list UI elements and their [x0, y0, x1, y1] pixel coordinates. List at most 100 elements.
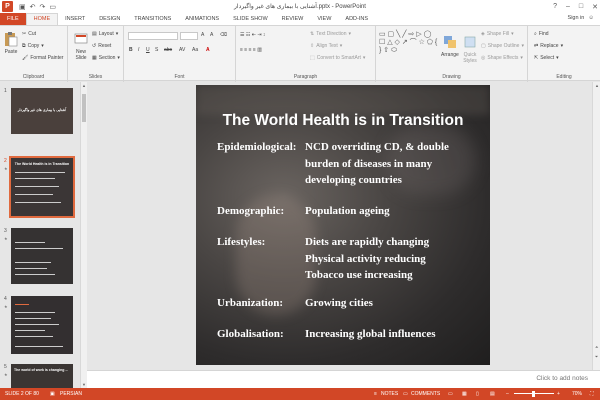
- thumbnail-scrollbar[interactable]: ▲ ▼: [80, 82, 87, 388]
- shape-effects-label: Shape Effects: [487, 55, 519, 61]
- align-text-button[interactable]: ⇳ Align Text ▾: [310, 43, 342, 49]
- tab-home[interactable]: HOME: [25, 13, 59, 25]
- chevron-down-icon: ▾: [560, 43, 564, 49]
- bold-button[interactable]: B: [129, 47, 133, 53]
- close-button[interactable]: ✕: [592, 3, 598, 11]
- spellcheck-icon[interactable]: ▣: [50, 391, 55, 397]
- ribbon-tabs: FILE HOME INSERT DESIGN TRANSITIONS ANIM…: [0, 13, 600, 25]
- arrange-button[interactable]: Arrange: [441, 34, 459, 58]
- italic-button[interactable]: I: [138, 47, 139, 53]
- convert-smartart-button[interactable]: ⬚ Convert to SmartArt ▾: [310, 55, 365, 61]
- row-line: Tobacco use increasing: [305, 269, 413, 281]
- scroll-up-icon[interactable]: ▲: [82, 83, 86, 88]
- row-label: Epidemiological:: [217, 141, 297, 153]
- tab-slide-show[interactable]: SLIDE SHOW: [226, 13, 275, 25]
- scroll-up-icon[interactable]: ▲: [595, 83, 599, 88]
- slide-title[interactable]: The World Health is in Transition: [196, 112, 490, 130]
- text-direction-button[interactable]: ⇅ Text Direction ▾: [310, 31, 351, 37]
- tab-animations[interactable]: ANIMATIONS: [178, 13, 226, 25]
- sign-in-link[interactable]: Sign in: [568, 15, 585, 21]
- minimize-button[interactable]: –: [566, 3, 570, 10]
- clipboard-group: Paste ✂ Cut ⧉ Copy ▾ 🖌 Format Painter Clipbo…: [0, 26, 68, 82]
- tab-file[interactable]: FILE: [0, 13, 26, 25]
- smiley-icon[interactable]: ☺: [588, 15, 594, 21]
- row-line: Growing cities: [305, 297, 373, 309]
- cut-button[interactable]: ✂ Cut: [22, 31, 36, 37]
- notes-pane[interactable]: Click to add notes: [87, 370, 600, 388]
- redo-icon[interactable]: ↷: [40, 3, 46, 11]
- reading-view-icon[interactable]: ▯: [476, 391, 479, 397]
- zoom-in-icon[interactable]: +: [557, 391, 560, 397]
- tab-review[interactable]: REVIEW: [275, 13, 311, 25]
- zoom-level[interactable]: 70%: [572, 391, 582, 397]
- tab-view[interactable]: VIEW: [310, 13, 338, 25]
- star-icon: ★: [4, 166, 8, 171]
- tab-insert[interactable]: INSERT: [58, 13, 92, 25]
- format-painter-button[interactable]: 🖌 Format Painter: [22, 55, 63, 61]
- section-button[interactable]: ▦ Section ▾: [92, 55, 120, 61]
- shape-outline-button[interactable]: ▢ Shape Outline ▾: [481, 43, 524, 49]
- comments-button[interactable]: COMMENTS: [411, 391, 440, 397]
- scroll-down-icon[interactable]: ▼: [82, 382, 86, 387]
- shadow-button[interactable]: S: [155, 47, 158, 53]
- slideshow-icon[interactable]: ▭: [49, 3, 56, 11]
- font-color-button[interactable]: A: [206, 47, 210, 53]
- normal-view-icon[interactable]: ▭: [448, 391, 453, 397]
- thumbnail-text-line: [15, 202, 61, 203]
- editor-scrollbar[interactable]: ▲ ⏶ ⏷: [592, 82, 600, 370]
- strikethrough-button[interactable]: abc: [164, 47, 172, 53]
- shrink-font-button[interactable]: A: [210, 32, 213, 38]
- thumbnail-text-line: [15, 172, 65, 173]
- slide-thumbnail[interactable]: آشنایی با بیماری های غیر واگیردار: [11, 88, 73, 134]
- notes-button[interactable]: NOTES: [381, 391, 398, 397]
- language-indicator[interactable]: PERSIAN: [60, 391, 82, 397]
- grow-font-button[interactable]: A: [201, 32, 204, 38]
- layout-button[interactable]: ▤ Layout ▾: [92, 31, 118, 37]
- chevron-down-icon: ▾: [520, 55, 523, 61]
- font-name-dropdown[interactable]: [128, 32, 178, 40]
- shapes-gallery[interactable]: ▭ ▢ ╲ ╱ ⇨ ▷ ◯ ☐ △ ◇ ↗ ⌒ ☆ ⬠ { } ⇧ ⬭: [379, 31, 439, 55]
- tab-transitions[interactable]: TRANSITIONS: [127, 13, 178, 25]
- row-value: Diets are rapidly changing Physical acti…: [305, 234, 485, 284]
- tab-design[interactable]: DESIGN: [92, 13, 127, 25]
- underline-button[interactable]: U: [146, 47, 150, 53]
- save-icon[interactable]: ▣: [19, 3, 26, 11]
- find-button[interactable]: ⌕ Find: [534, 31, 549, 37]
- slide-thumbnail-selected[interactable]: The World Health is in Transition: [9, 156, 75, 218]
- clear-formatting-icon[interactable]: ⌫: [220, 32, 227, 38]
- slideshow-view-icon[interactable]: ▤: [490, 391, 495, 397]
- slide-sorter-icon[interactable]: ▦: [462, 391, 467, 397]
- layout-icon: ▤: [92, 31, 97, 37]
- fit-slide-icon[interactable]: ⛶: [590, 391, 594, 397]
- character-spacing-button[interactable]: AV: [179, 47, 185, 53]
- reset-button[interactable]: ↺ Reset: [92, 43, 111, 49]
- tab-add-ins[interactable]: ADD-INS: [338, 13, 375, 25]
- new-slide-button[interactable]: New Slide: [72, 31, 90, 61]
- font-size-dropdown[interactable]: [180, 32, 198, 40]
- paste-button[interactable]: Paste: [3, 31, 19, 55]
- next-slide-icon[interactable]: ⏷: [595, 354, 598, 359]
- slide-thumbnail[interactable]: The world of work is changing ...: [11, 364, 73, 388]
- shape-fill-button[interactable]: ◈ Shape Fill ▾: [481, 31, 514, 37]
- zoom-slider-handle[interactable]: [532, 391, 535, 397]
- zoom-out-icon[interactable]: –: [506, 391, 509, 397]
- thumbnail-text-line: [15, 330, 45, 331]
- undo-icon[interactable]: ↶: [30, 3, 36, 11]
- slide-canvas[interactable]: The World Health is in Transition Epidem…: [196, 85, 490, 365]
- shape-effects-button[interactable]: ◎ Shape Effects ▾: [481, 55, 523, 61]
- replace-button[interactable]: ⇄ Replace ▾: [534, 43, 563, 49]
- copy-button[interactable]: ⧉ Copy ▾: [22, 43, 44, 49]
- slide-thumbnail[interactable]: [11, 296, 73, 354]
- quick-styles-button[interactable]: Quick Styles: [461, 34, 479, 64]
- help-button[interactable]: ?: [553, 3, 557, 10]
- alignment-buttons[interactable]: ≡ ≡ ≡ ≡ ▥: [240, 47, 262, 53]
- thumbnail-text-line: [15, 194, 53, 195]
- previous-slide-icon[interactable]: ⏶: [595, 344, 598, 349]
- select-button[interactable]: ⇱ Select ▾: [534, 55, 559, 61]
- notes-placeholder[interactable]: Click to add notes: [536, 375, 588, 382]
- scrollbar-thumb[interactable]: [82, 94, 86, 122]
- slide-thumbnail[interactable]: [11, 228, 73, 284]
- maximize-button[interactable]: □: [579, 3, 583, 10]
- bullets-button[interactable]: ☰ ☷ ⇤ ⇥ ↕: [240, 32, 265, 38]
- change-case-button[interactable]: Aa: [192, 47, 198, 53]
